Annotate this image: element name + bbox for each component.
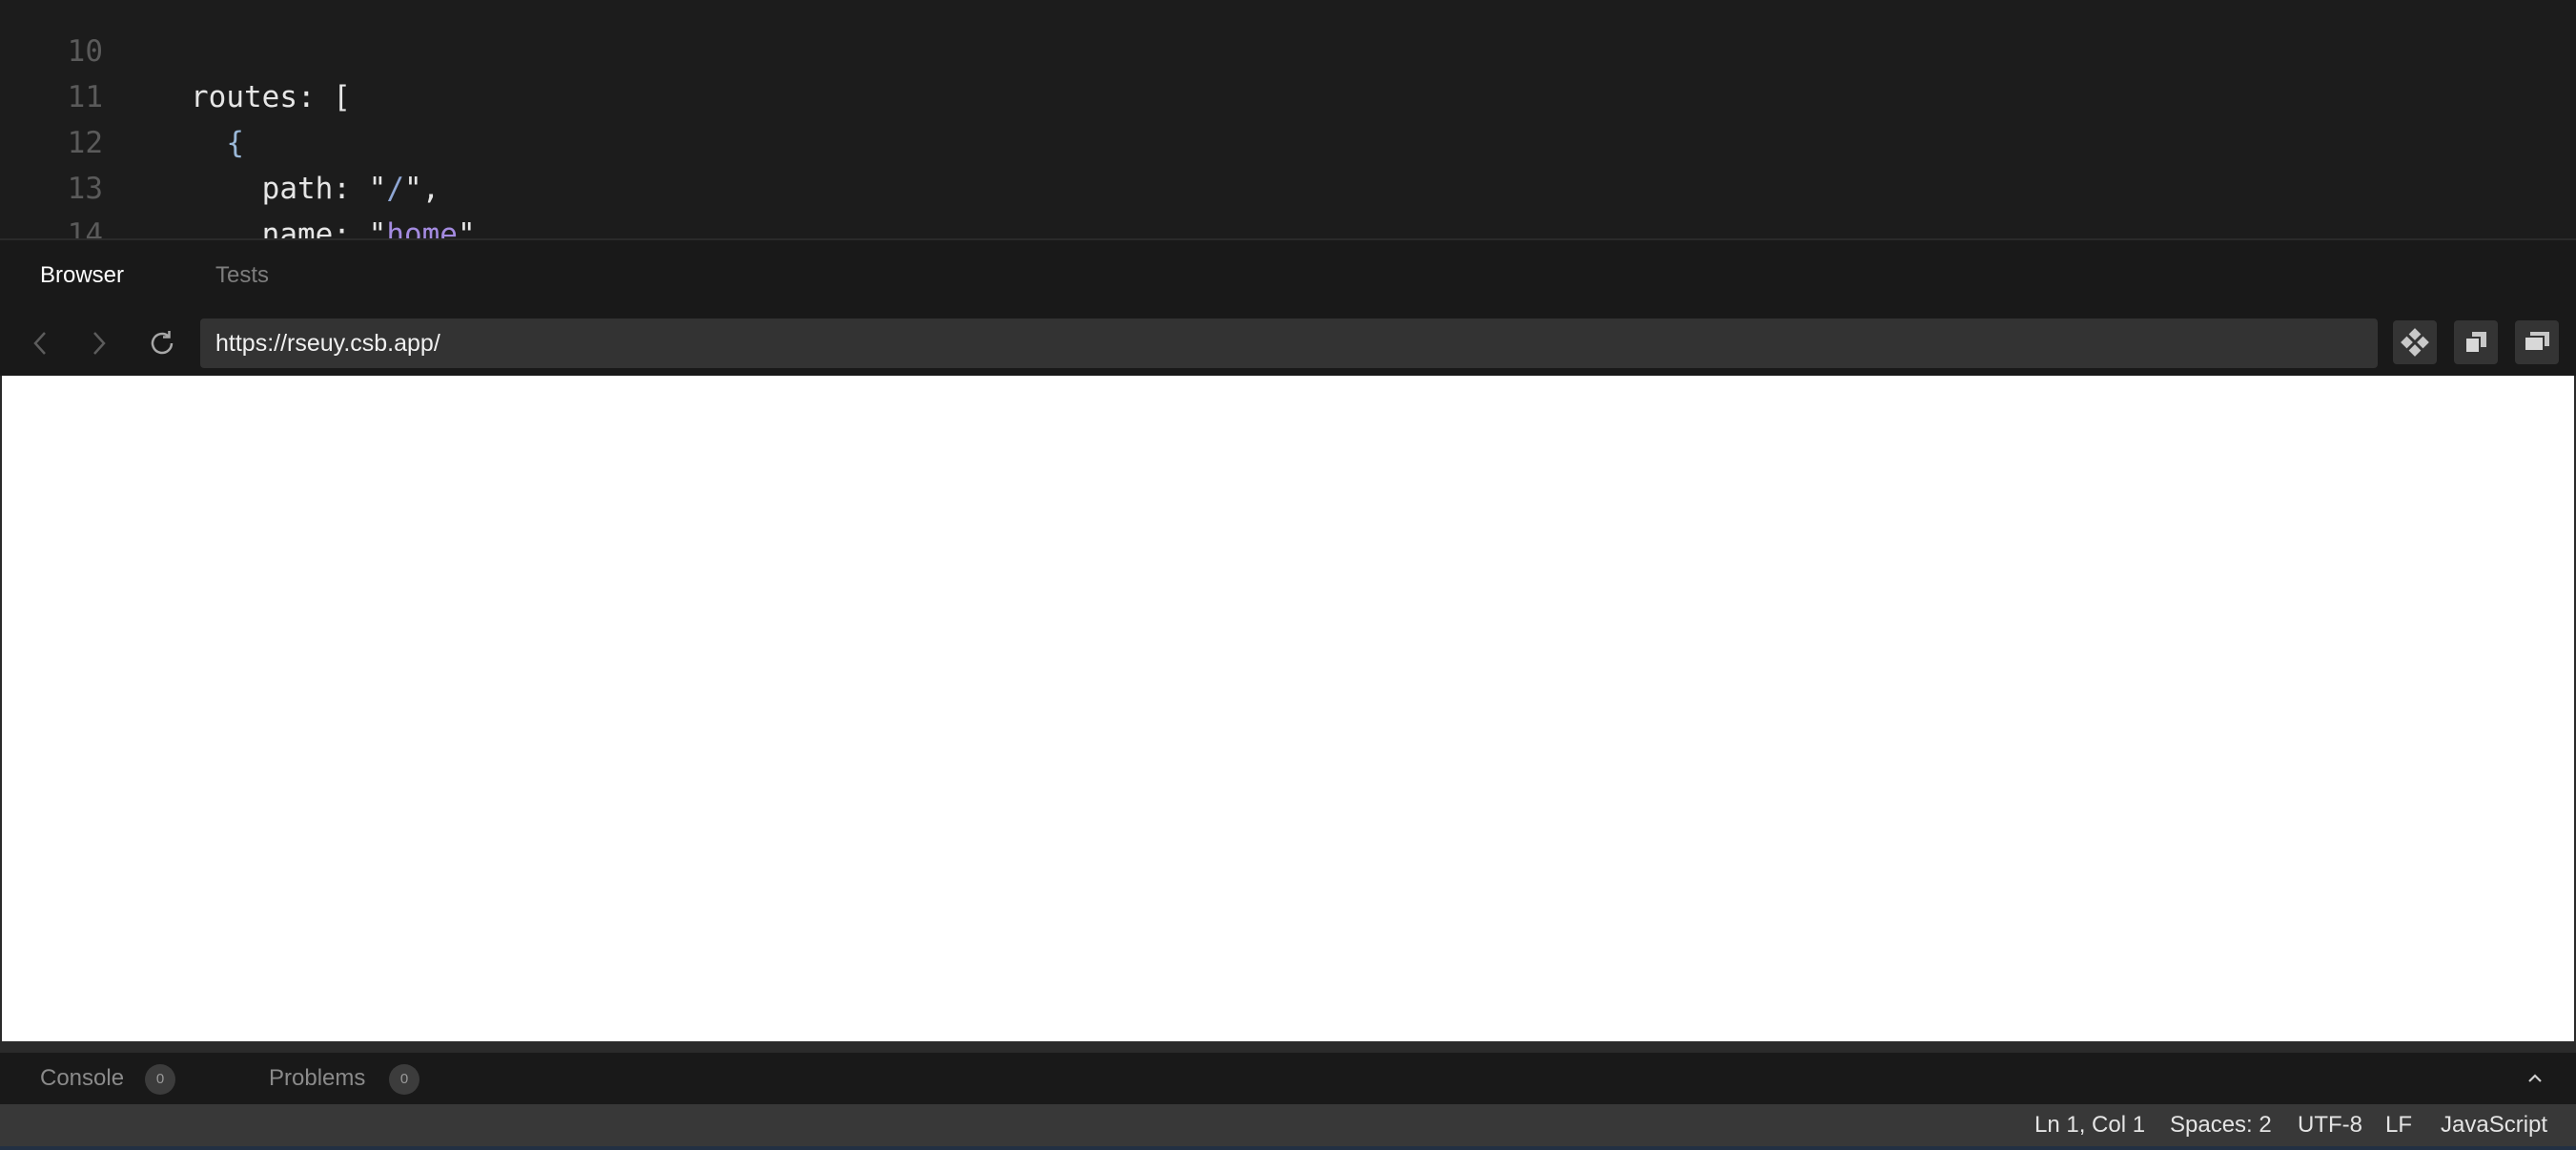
console-count-badge: 0 (145, 1064, 175, 1095)
tab-browser[interactable]: Browser (40, 240, 124, 311)
code-editor[interactable]: 10 routes: [ 11 { 12 path: "/", 13 name:… (0, 0, 2576, 240)
file-encoding[interactable]: UTF-8 (2298, 1104, 2362, 1146)
open-in-new-window-button[interactable] (2454, 320, 2498, 364)
refresh-button[interactable] (143, 324, 181, 362)
forward-button[interactable] (80, 324, 118, 362)
url-input[interactable] (200, 318, 2378, 368)
status-bar: Ln 1, Col 1 Spaces: 2 UTF-8 LF JavaScrip… (0, 1104, 2576, 1150)
code-line: 10 routes: [ (0, 0, 2576, 114)
open-in-new-window-icon (2464, 332, 2486, 354)
panel-resize-handle[interactable] (0, 1041, 2576, 1053)
preview-tab-bar: Browser Tests (0, 240, 2576, 311)
react-devtools-icon (2401, 328, 2429, 357)
external-window-icon (2524, 332, 2549, 352)
code-line: 14 component: Home (0, 166, 2576, 240)
indentation-setting[interactable]: Spaces: 2 (2170, 1104, 2272, 1146)
collapse-panel-button[interactable] (2517, 1060, 2553, 1097)
language-mode[interactable]: JavaScript (2441, 1104, 2547, 1146)
chevron-up-icon (2528, 1074, 2542, 1082)
problems-count-badge: 0 (389, 1064, 419, 1095)
bottom-panel-tabs: Console 0 Problems 0 (0, 1053, 2576, 1104)
external-window-button[interactable] (2515, 320, 2559, 364)
line-ending[interactable]: LF (2385, 1104, 2412, 1146)
react-devtools-button[interactable] (2393, 320, 2437, 364)
code-line: 12 path: "/", (0, 74, 2576, 206)
code-line: 11 { (0, 29, 2576, 160)
back-button[interactable] (21, 324, 59, 362)
cursor-position[interactable]: Ln 1, Col 1 (2034, 1104, 2145, 1146)
tab-tests[interactable]: Tests (215, 240, 269, 311)
chevron-right-icon (93, 332, 106, 355)
code-line: 13 name: "home", (0, 120, 2576, 240)
code-line: 15 } (0, 212, 2576, 240)
browser-toolbar (0, 311, 2576, 376)
tab-problems[interactable]: Problems (269, 1053, 365, 1104)
refresh-icon (151, 331, 174, 355)
tab-console[interactable]: Console (40, 1053, 124, 1104)
browser-preview[interactable] (2, 376, 2574, 1041)
chevron-left-icon (33, 332, 46, 355)
